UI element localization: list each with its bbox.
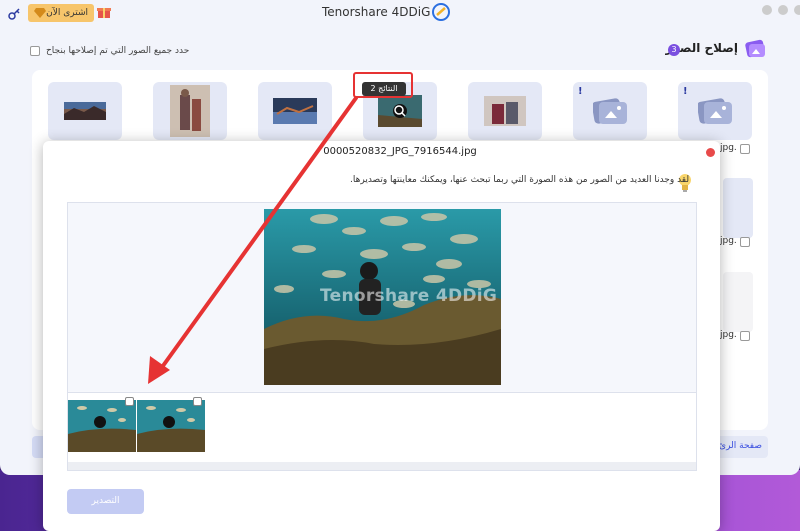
buy-now-button[interactable]: اشترى الآن — [28, 4, 94, 22]
highlight-box — [353, 72, 413, 98]
result-thumbnail[interactable] — [137, 400, 205, 452]
photo-thumbnail[interactable] — [258, 82, 332, 140]
image-icon — [698, 98, 732, 124]
photo-image — [170, 85, 210, 137]
photo-thumbnail[interactable] — [723, 272, 753, 332]
window-dot[interactable] — [778, 5, 788, 15]
gift-icon[interactable] — [97, 5, 111, 19]
dialog-message: لقد وجدنا العديد من الصور من هذه الصورة … — [350, 175, 690, 185]
photo-image — [273, 98, 317, 124]
window-dot[interactable] — [762, 5, 772, 15]
photo-thumbnail[interactable] — [48, 82, 122, 140]
dialog-title: 0000520832_JPG_7916544.jpg — [323, 146, 477, 157]
result-checkbox[interactable] — [193, 397, 202, 406]
photo-thumbnail[interactable] — [723, 178, 753, 238]
image-icon — [593, 98, 627, 124]
logo-icon — [432, 3, 450, 21]
gem-icon — [34, 8, 46, 18]
select-all-row[interactable]: حدد جميع الصور التي تم إصلاحها بنجاح — [30, 46, 189, 56]
photo-thumbnail[interactable]: ! — [678, 82, 752, 140]
select-all-label: حدد جميع الصور التي تم إصلاحها بنجاح — [46, 46, 190, 56]
photo-image — [378, 95, 422, 127]
app-title: Tenorshare 4DDiG — [322, 5, 431, 19]
file-name: jpg. — [720, 330, 737, 340]
photo-image — [484, 96, 526, 126]
section-badge: 3 — [668, 44, 680, 56]
photo-thumbnail[interactable] — [153, 82, 227, 140]
photo-image — [64, 102, 106, 120]
photo-checkbox[interactable] — [740, 331, 750, 341]
title-bar: اشترى الآن Tenorshare 4DDiG — [0, 0, 800, 26]
watermark: Tenorshare 4DDiG — [320, 286, 498, 306]
photo-thumbnail[interactable]: ! — [573, 82, 647, 140]
close-icon[interactable] — [706, 148, 715, 157]
result-image — [68, 400, 136, 452]
warning-icon: ! — [683, 86, 688, 97]
window-controls — [762, 5, 800, 15]
key-icon[interactable] — [8, 7, 22, 21]
home-button[interactable]: صفحة الرئ — [712, 436, 768, 458]
export-button[interactable]: التصدير — [67, 489, 144, 514]
result-image — [137, 400, 205, 452]
select-all-checkbox[interactable] — [30, 46, 40, 56]
photo-checkbox[interactable] — [740, 237, 750, 247]
result-checkbox[interactable] — [125, 397, 134, 406]
horizontal-scrollbar[interactable] — [68, 462, 696, 470]
result-thumbnail[interactable] — [68, 400, 136, 452]
window-dot[interactable] — [794, 5, 800, 15]
warning-icon: ! — [578, 86, 583, 97]
file-name: jpg. — [720, 236, 737, 246]
photo-thumbnail[interactable] — [468, 82, 542, 140]
buy-now-label: اشترى الآن — [46, 8, 88, 18]
photo-repair-icon — [745, 39, 765, 58]
